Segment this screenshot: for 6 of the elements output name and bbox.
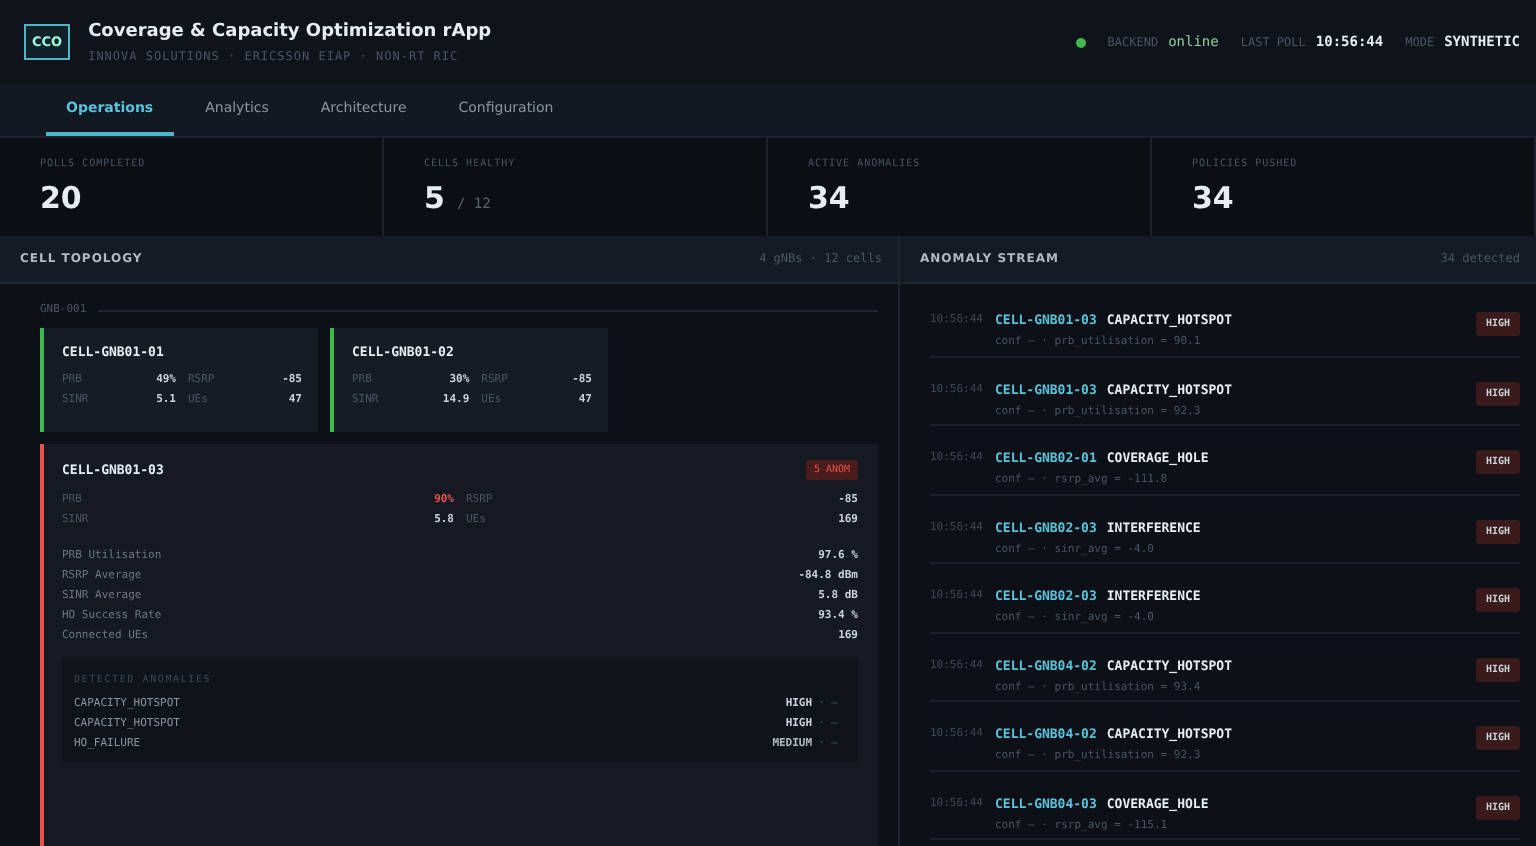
stat-value: 34 bbox=[808, 180, 850, 216]
stat-value: 34 bbox=[1192, 180, 1234, 216]
cell-card[interactable] bbox=[40, 444, 878, 846]
app-title: Coverage & Capacity Optimization rApp bbox=[88, 21, 492, 41]
stat-value: 5 bbox=[424, 180, 445, 216]
stat-value: 20 bbox=[40, 180, 82, 216]
